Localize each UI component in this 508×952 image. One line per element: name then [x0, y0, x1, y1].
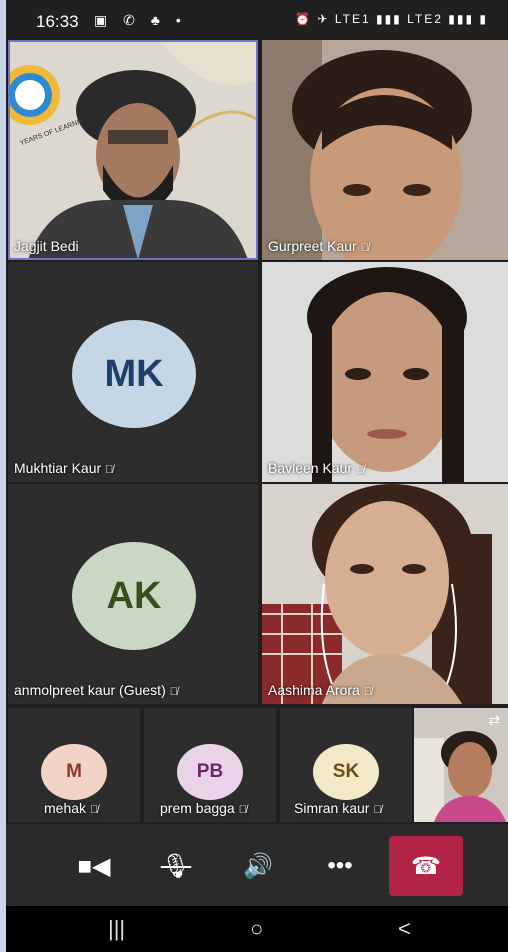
- mic-off-icon: 🎙̸: [169, 686, 178, 698]
- participant-name: mehak 🎙̸: [44, 800, 99, 816]
- participant-tile-aashima-arora[interactable]: Aashima Arora 🎙̸: [262, 484, 508, 704]
- mic-off-icon: 🎙̸: [238, 804, 247, 816]
- home-button[interactable]: ○: [250, 916, 263, 942]
- participant-video: [262, 40, 508, 260]
- participant-video: [262, 484, 508, 704]
- participant-name: anmolpreet kaur (Guest) 🎙̸: [14, 682, 178, 698]
- participant-tile-bavleen-kaur[interactable]: Bavleen Kaur 🎙̸: [262, 262, 508, 482]
- status-bar: 16:33 ▣ ✆ ♣ • ⏰ ✈ LTE1 ▮▮▮ LTE2 ▮▮▮ ▮: [6, 0, 508, 40]
- mic-toggle-button[interactable]: 🎙: [146, 836, 206, 896]
- participant-name: Bavleen Kaur 🎙̸: [268, 460, 365, 476]
- participant-video: [262, 262, 508, 482]
- switch-camera-icon[interactable]: ⇄: [488, 712, 500, 729]
- participant-name: prem bagga 🎙̸: [160, 800, 247, 816]
- more-options-button[interactable]: •••: [310, 836, 370, 896]
- mic-off-icon: 🎙̸: [360, 242, 369, 254]
- participant-name: Aashima Arora 🎙̸: [268, 682, 373, 698]
- participant-tile-gurpreet-kaur[interactable]: Gurpreet Kaur 🎙̸: [262, 40, 508, 260]
- speaker-button[interactable]: 🔊: [228, 836, 288, 896]
- participant-name: Gurpreet Kaur 🎙̸: [268, 238, 369, 254]
- mic-off-icon: 🎙̸: [90, 804, 99, 816]
- participant-tile-jagjit-bedi[interactable]: NIIT YEARS OF LEARNING Jagjit Bedi: [8, 40, 258, 260]
- clock: 16:33: [36, 12, 79, 31]
- call-controls-bar: ■◀ 🎙 🔊 ••• ☎: [6, 824, 508, 906]
- avatar: PB: [177, 744, 243, 800]
- participant-name: Mukhtiar Kaur 🎙̸: [14, 460, 114, 476]
- android-nav-bar: ||| ○ <: [6, 906, 508, 952]
- participant-tile-anmolpreet-kaur[interactable]: AK anmolpreet kaur (Guest) 🎙̸: [8, 484, 258, 704]
- mic-off-icon: 🎙̸: [356, 464, 365, 476]
- avatar: SK: [313, 744, 379, 800]
- participant-tile-mehak[interactable]: M mehak 🎙̸: [8, 708, 140, 822]
- self-preview-tile[interactable]: ⇄: [414, 708, 508, 822]
- active-speaker-border: [8, 40, 258, 260]
- phone-hangup-icon: ☎: [411, 852, 441, 880]
- notification-icons: ▣ ✆ ♣ •: [94, 12, 187, 28]
- speaker-icon: 🔊: [243, 852, 273, 880]
- mic-off-icon: 🎙: [160, 852, 192, 880]
- signal-icons: ⏰ ✈ LTE1 ▮▮▮ LTE2 ▮▮▮ ▮: [295, 12, 488, 26]
- mic-off-icon: 🎙̸: [373, 804, 382, 816]
- more-icon: •••: [327, 852, 353, 879]
- participant-name: Simran kaur 🎙̸: [294, 800, 382, 816]
- recent-apps-button[interactable]: |||: [108, 916, 125, 942]
- camera-toggle-button[interactable]: ■◀: [64, 836, 124, 896]
- hang-up-button[interactable]: ☎: [389, 836, 463, 896]
- back-button[interactable]: <: [398, 916, 411, 942]
- mic-off-icon: 🎙̸: [363, 686, 373, 698]
- participant-tile-prem-bagga[interactable]: PB prem bagga 🎙̸: [144, 708, 276, 822]
- phone-screen: 16:33 ▣ ✆ ♣ • ⏰ ✈ LTE1 ▮▮▮ LTE2 ▮▮▮ ▮ NI…: [6, 0, 508, 952]
- avatar: AK: [72, 542, 196, 650]
- avatar: MK: [72, 320, 196, 428]
- participant-tile-mukhtiar-kaur[interactable]: MK Mukhtiar Kaur 🎙̸: [8, 262, 258, 482]
- participant-tile-simran-kaur[interactable]: SK Simran kaur 🎙̸: [280, 708, 412, 822]
- avatar: M: [41, 744, 107, 800]
- participant-name: Jagjit Bedi: [14, 238, 79, 254]
- video-camera-icon: ■◀: [77, 852, 111, 880]
- mic-off-icon: 🎙̸: [105, 464, 114, 476]
